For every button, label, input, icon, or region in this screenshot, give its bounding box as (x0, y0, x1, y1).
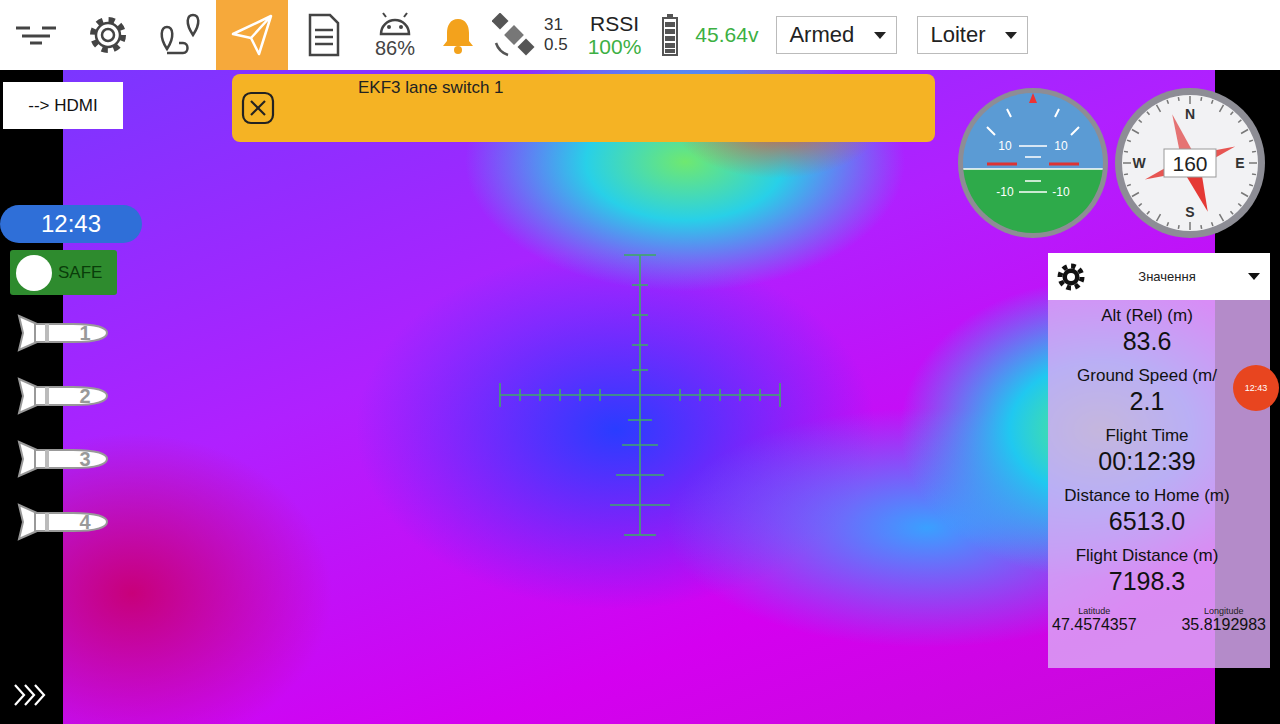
telemetry-number: 7198.3 (1109, 566, 1185, 596)
compass-west: W (1132, 155, 1146, 171)
pitch-label: -10 (996, 185, 1014, 199)
video-stage: EKF3 lane switch 1 --> HDMI 12:43 SAFE 1… (0, 70, 1280, 724)
dropdown-caret-icon (1248, 273, 1260, 280)
payload-drop-button[interactable]: 3 (15, 436, 111, 482)
gps-status: 31 0.5 (492, 13, 568, 57)
dropdown-caret-icon (874, 32, 886, 39)
nav-button-fly[interactable] (216, 0, 288, 70)
compass-south: S (1185, 204, 1194, 220)
battery-icon (661, 13, 679, 57)
attitude-indicator: 10 10 -10 -10 (957, 87, 1109, 239)
telemetry-label: Ground Speed (m/ (1077, 366, 1217, 386)
vehicle-menu-icon (12, 20, 60, 50)
safety-switch[interactable]: SAFE (10, 250, 117, 295)
hdop-value: 0.5 (544, 35, 568, 55)
telemetry-value: Flight Distance (m) 7198.3 (1048, 546, 1270, 606)
message-banner: EKF3 lane switch 1 (232, 74, 935, 142)
pitch-label: 10 (998, 139, 1012, 153)
telemetry-value: Flight Time 00:12:39 (1048, 426, 1270, 486)
telemetry-number: 2.1 (1130, 386, 1165, 416)
rssi-value: 100% (588, 35, 642, 58)
nav-button-menu[interactable] (0, 0, 72, 70)
ground-control-screen: 86% 31 0.5 RSSI 100% 45.64v Armed Loiter… (0, 0, 1280, 724)
pitch-label: -10 (1052, 185, 1070, 199)
clock-pill: 12:43 (0, 205, 142, 243)
close-icon[interactable] (241, 91, 275, 125)
heading-value: 160 (1172, 152, 1207, 175)
phone-battery-value: 86% (375, 38, 415, 58)
latitude-label: Latitude (1078, 606, 1110, 616)
longitude-value: 35.8192983 (1181, 616, 1266, 634)
values-panel-title: Значення (1100, 269, 1234, 284)
pitch-label: 10 (1054, 139, 1068, 153)
payload-drop-button[interactable]: 2 (15, 373, 111, 419)
bell-icon (440, 16, 476, 54)
dropdown-caret-icon (1005, 32, 1017, 39)
telemetry-label: Flight Time (1105, 426, 1188, 446)
coordinates: Latitude 47.4574357 Longitude 35.8192983 (1048, 606, 1270, 634)
telemetry-number: 6513.0 (1109, 506, 1185, 536)
svg-text:3: 3 (79, 448, 90, 470)
hdmi-button[interactable]: --> HDMI (3, 82, 123, 129)
floating-clock-badge[interactable]: 12:43 (1233, 365, 1279, 411)
telemetry-number: 83.6 (1123, 326, 1172, 356)
safety-knob (16, 255, 52, 291)
svg-text:2: 2 (79, 385, 90, 407)
safety-label: SAFE (58, 263, 102, 283)
rssi-label: RSSI (590, 12, 639, 35)
latitude-value: 47.4574357 (1052, 616, 1137, 634)
rssi-status: RSSI 100% (588, 12, 642, 58)
gear-icon (86, 13, 130, 57)
telemetry-label: Distance to Home (m) (1064, 486, 1229, 506)
document-icon (304, 12, 344, 58)
svg-text:4: 4 (79, 511, 91, 533)
values-panel-header[interactable]: Значення (1048, 253, 1270, 300)
gear-icon[interactable] (1056, 262, 1086, 292)
payload-drop-button[interactable]: 4 (15, 499, 111, 545)
expand-chevrons-icon[interactable] (12, 680, 48, 710)
crosshair-reticle-icon (490, 245, 790, 545)
telemetry-number: 00:12:39 (1098, 446, 1195, 476)
flight-mode-dropdown[interactable]: Loiter (917, 16, 1028, 54)
telemetry-label: Flight Distance (m) (1076, 546, 1219, 566)
telemetry-label: Alt (Rel) (m) (1101, 306, 1193, 326)
longitude-label: Longitude (1204, 606, 1244, 616)
paper-plane-icon (229, 12, 275, 58)
phone-battery: 86% (370, 12, 420, 58)
nav-button-settings[interactable] (72, 0, 144, 70)
message-text: EKF3 lane switch 1 (358, 78, 504, 98)
android-icon (377, 12, 413, 36)
arm-dropdown-value: Armed (789, 22, 854, 48)
nav-button-log[interactable] (288, 0, 360, 70)
compass-north: N (1185, 106, 1195, 122)
alerts[interactable] (440, 16, 476, 54)
satellite-icon (492, 13, 536, 57)
arm-dropdown[interactable]: Armed (776, 16, 897, 54)
route-plan-icon (155, 13, 205, 57)
compass: N E S W 160 (1114, 87, 1266, 239)
compass-east: E (1235, 155, 1244, 171)
telemetry-value: Alt (Rel) (m) 83.6 (1048, 306, 1270, 366)
voltage-value: 45.64v (695, 23, 758, 47)
values-panel: Значення Alt (Rel) (m) 83.6Ground Speed … (1048, 253, 1270, 668)
telemetry-value: Distance to Home (m) 6513.0 (1048, 486, 1270, 546)
svg-text:1: 1 (79, 322, 90, 344)
payload-drop-button[interactable]: 1 (15, 310, 111, 356)
satellite-count: 31 (544, 15, 568, 35)
payload-buttons: 1 2 3 4 (15, 310, 111, 545)
top-toolbar: 86% 31 0.5 RSSI 100% 45.64v Armed Loiter (0, 0, 1280, 70)
flight-mode-value: Loiter (930, 22, 985, 48)
nav-button-plan[interactable] (144, 0, 216, 70)
vehicle-battery: 45.64v (661, 13, 758, 57)
